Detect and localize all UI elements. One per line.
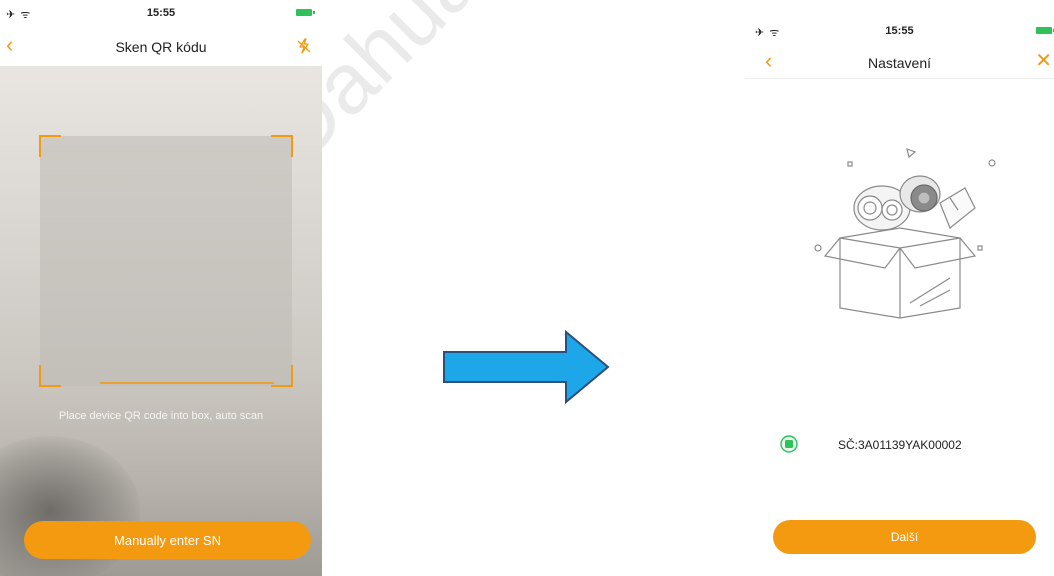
- page-title: Sken QR kódu: [115, 39, 207, 55]
- frame-corner-bottom-left: [39, 365, 61, 387]
- close-icon[interactable]: ✕: [1035, 48, 1052, 74]
- status-bar: ✈ ᯤ 15:55: [0, 0, 322, 26]
- flash-off-icon[interactable]: [296, 38, 312, 54]
- device-box-illustration: [814, 148, 996, 319]
- battery-icon: [1036, 27, 1054, 34]
- nav-bar: ‹ Nastavení ✕: [745, 46, 1054, 79]
- device-sn: SČ:3A01139YAK00002: [838, 438, 962, 452]
- device-sn-row: SČ:3A01139YAK00002: [745, 433, 1054, 457]
- status-time: 15:55: [885, 25, 914, 37]
- battery-icon: [296, 9, 315, 16]
- qr-scan-frame: [39, 135, 293, 387]
- frame-corner-top-left: [39, 135, 61, 157]
- status-time: 15:55: [146, 7, 176, 19]
- qr-scan-screen: ✈ ᯤ 15:55 ‹ Sken QR kódu Place device QR…: [0, 0, 322, 576]
- next-button[interactable]: Další: [773, 520, 1036, 554]
- arrow-right-icon: [443, 330, 610, 404]
- frame-corner-bottom-right: [271, 365, 293, 387]
- nav-bar: ‹ Sken QR kódu: [0, 30, 322, 66]
- manual-enter-sn-button[interactable]: Manually enter SN: [24, 521, 311, 559]
- status-bar: ✈ ᯤ 15:55: [745, 18, 1054, 42]
- camera-device-icon: [780, 435, 798, 453]
- frame-corner-top-right: [271, 135, 293, 157]
- scan-hint: Place device QR code into box, auto scan: [58, 410, 264, 422]
- setup-screen: ✈ ᯤ 15:55 ‹ Nastavení ✕ SČ:3A01139YAK000…: [745, 18, 1054, 576]
- camera-viewfinder: Place device QR code into box, auto scan…: [0, 66, 322, 576]
- page-title: Nastavení: [867, 55, 932, 71]
- scan-line: [100, 382, 274, 384]
